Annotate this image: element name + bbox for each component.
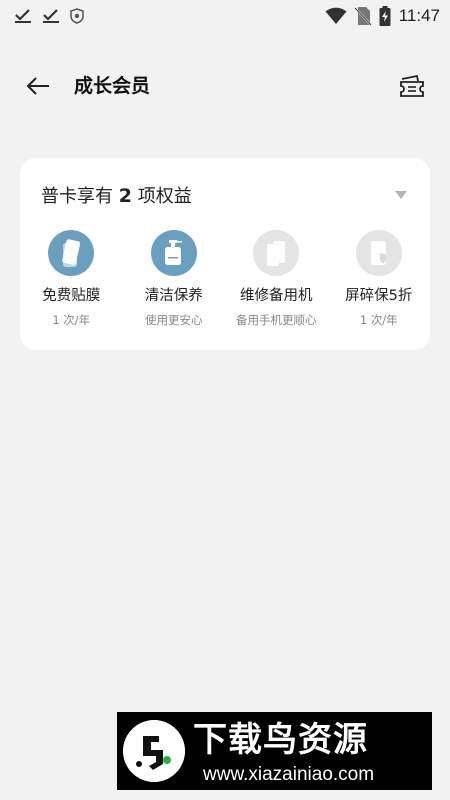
check-download-icon bbox=[15, 9, 31, 23]
cleaning-bottle-icon bbox=[164, 240, 182, 265]
ticket-icon bbox=[400, 74, 424, 97]
benefit-desc: 使用更安心 bbox=[145, 313, 203, 327]
benefit-icon-bg bbox=[253, 230, 300, 276]
watermark-title: 下载鸟资源 bbox=[193, 720, 368, 760]
backup-phone-icon bbox=[267, 241, 286, 266]
benefit-desc: 1 次/年 bbox=[52, 313, 91, 327]
benefit-name: 维修备用机 bbox=[240, 288, 313, 304]
benefit-name: 屏碎保5折 bbox=[345, 288, 413, 304]
benefit-backup-phone[interactable]: 维修备用机 备用手机更顺心 bbox=[225, 230, 328, 328]
watermark-banner: 下载鸟资源 www.xiazainiao.com bbox=[117, 712, 432, 790]
shield-icon bbox=[70, 8, 84, 24]
check-download-icon bbox=[43, 9, 59, 23]
back-button[interactable] bbox=[22, 72, 54, 100]
benefit-name: 清洁保养 bbox=[144, 288, 203, 304]
battery-charging-icon bbox=[379, 6, 391, 26]
status-time: 11:47 bbox=[398, 6, 440, 25]
bird-logo-icon bbox=[123, 720, 185, 782]
status-bar: 11:47 bbox=[0, 0, 450, 32]
wifi-icon bbox=[325, 7, 347, 24]
title-suffix: 项权益 bbox=[137, 186, 192, 207]
benefit-icon-bg bbox=[48, 230, 95, 276]
membership-benefits-card: 普卡享有 2 项权益 免费贴膜 1 次/年 清洁保养 使用更安心 维修备用机 备… bbox=[20, 158, 430, 350]
benefit-free-film[interactable]: 免费贴膜 1 次/年 bbox=[20, 230, 123, 328]
no-sim-icon bbox=[354, 7, 371, 26]
benefit-icon-bg bbox=[150, 230, 197, 276]
page-title: 成长会员 bbox=[74, 75, 151, 97]
app-header: 成长会员 bbox=[0, 60, 450, 112]
benefits-grid: 免费贴膜 1 次/年 清洁保养 使用更安心 维修备用机 备用手机更顺心 屏碎保5… bbox=[20, 230, 430, 328]
benefit-desc: 备用手机更顺心 bbox=[236, 313, 317, 327]
coupon-button[interactable] bbox=[396, 70, 428, 102]
benefit-screen-protect[interactable]: 屏碎保5折 1 次/年 bbox=[328, 230, 431, 328]
benefit-cleaning[interactable]: 清洁保养 使用更安心 bbox=[123, 230, 226, 328]
dropdown-triangle-icon[interactable] bbox=[394, 190, 408, 200]
arrow-left-icon bbox=[26, 77, 49, 95]
benefit-name: 免费贴膜 bbox=[42, 288, 101, 304]
benefit-icon-bg bbox=[355, 230, 402, 276]
benefits-card-title: 普卡享有 2 项权益 bbox=[41, 184, 192, 209]
watermark-url: www.xiazainiao.com bbox=[203, 764, 375, 785]
status-left-icons bbox=[14, 8, 84, 24]
title-prefix: 普卡享有 bbox=[41, 186, 113, 207]
screen-protect-icon bbox=[370, 241, 386, 265]
benefit-count: 2 bbox=[118, 185, 132, 207]
screen-film-icon bbox=[62, 239, 81, 267]
status-right-icons: 11:47 bbox=[325, 6, 440, 26]
benefit-desc: 1 次/年 bbox=[359, 313, 398, 327]
